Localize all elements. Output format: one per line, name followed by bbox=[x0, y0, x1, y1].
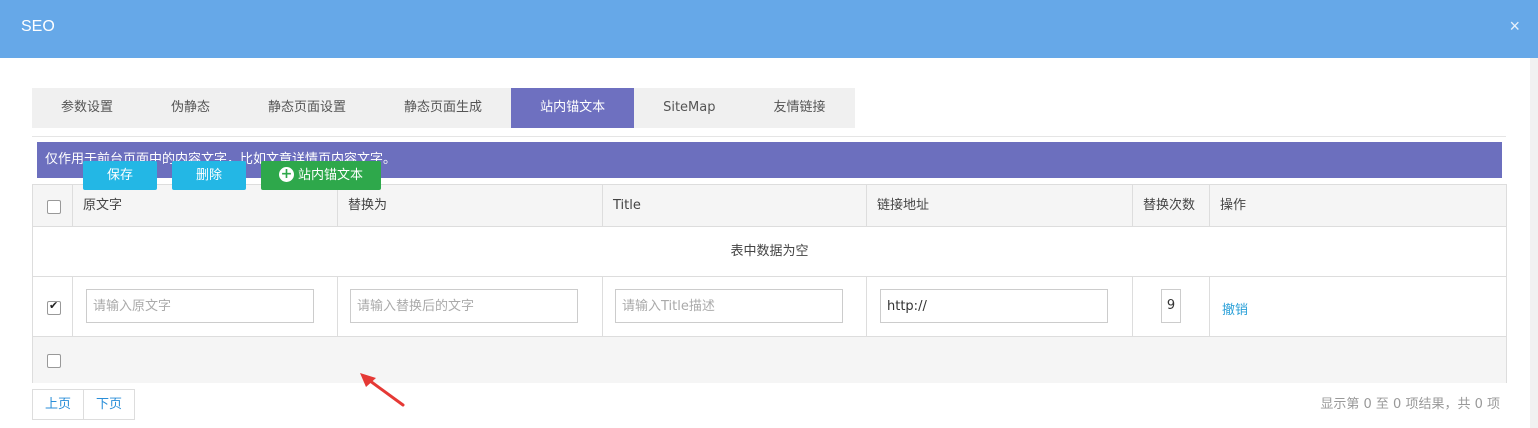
col-original[interactable]: 原文字 bbox=[83, 185, 122, 227]
replace-text-input[interactable] bbox=[350, 289, 578, 323]
new-entry-row: 9 撤销 bbox=[33, 277, 1506, 337]
dialog-title: SEO bbox=[21, 18, 55, 35]
delete-button[interactable]: 删除 bbox=[172, 161, 246, 190]
add-anchor-text-button[interactable]: + 站内锚文本 bbox=[261, 161, 381, 190]
tab-static-page-settings[interactable]: 静态页面设置 bbox=[239, 88, 376, 128]
annotation-arrow-icon bbox=[360, 373, 405, 407]
tab-friend-links[interactable]: 友情链接 bbox=[744, 88, 855, 128]
scrollbar[interactable] bbox=[1530, 58, 1538, 428]
table-header-row: 原文字 替换为 Title 链接地址 替换次数 操作 bbox=[33, 185, 1506, 227]
save-button[interactable]: 保存 bbox=[83, 161, 157, 190]
url-input[interactable] bbox=[880, 289, 1108, 323]
footer-select-checkbox[interactable] bbox=[47, 354, 61, 368]
cancel-link[interactable]: 撤销 bbox=[1222, 299, 1248, 318]
col-replace[interactable]: 替换为 bbox=[348, 185, 387, 227]
result-info: 显示第 0 至 0 项结果，共 0 项 bbox=[1320, 397, 1500, 412]
tab-divider bbox=[32, 136, 1506, 137]
table-footer-row bbox=[33, 337, 1506, 383]
tab-pseudo-static[interactable]: 伪静态 bbox=[142, 88, 240, 128]
plus-circle-icon: + bbox=[278, 166, 294, 182]
notice-banner: 仅作用于前台页面中的内容文字，比如文章详情页内容文字。 bbox=[37, 142, 1502, 178]
original-text-input[interactable] bbox=[86, 289, 314, 323]
empty-message: 表中数据为空 bbox=[730, 244, 809, 259]
col-action: 操作 bbox=[1220, 198, 1247, 213]
tab-params[interactable]: 参数设置 bbox=[32, 88, 143, 128]
col-url[interactable]: 链接地址 bbox=[877, 185, 929, 227]
tab-sitemap[interactable]: SiteMap bbox=[634, 88, 745, 128]
pagination: 上页 下页 bbox=[32, 389, 136, 420]
title-input[interactable] bbox=[615, 289, 843, 323]
replace-count-input[interactable]: 9 bbox=[1161, 289, 1181, 323]
row-checkbox[interactable] bbox=[47, 299, 61, 315]
select-all-checkbox[interactable] bbox=[47, 200, 61, 214]
tab-anchor-text[interactable]: 站内锚文本 bbox=[511, 88, 635, 128]
dialog-header: SEO × bbox=[0, 0, 1538, 58]
tab-static-page-generate[interactable]: 静态页面生成 bbox=[375, 88, 512, 128]
empty-row: 表中数据为空 bbox=[33, 227, 1506, 277]
prev-page-button[interactable]: 上页 bbox=[33, 390, 83, 419]
tab-bar: 参数设置 伪静态 静态页面设置 静态页面生成 站内锚文本 SiteMap 友情链… bbox=[32, 88, 855, 128]
anchor-table: 原文字 替换为 Title 链接地址 替换次数 操作 表中数据为空 9 撤销 bbox=[32, 184, 1507, 383]
delete-label: 删除 bbox=[195, 168, 222, 183]
next-page-button[interactable]: 下页 bbox=[83, 390, 134, 419]
save-label: 保存 bbox=[106, 168, 133, 183]
add-label: 站内锚文本 bbox=[297, 168, 363, 183]
close-icon[interactable]: × bbox=[1509, 16, 1520, 37]
col-title[interactable]: Title bbox=[613, 185, 641, 227]
col-count[interactable]: 替换次数 bbox=[1143, 185, 1195, 227]
